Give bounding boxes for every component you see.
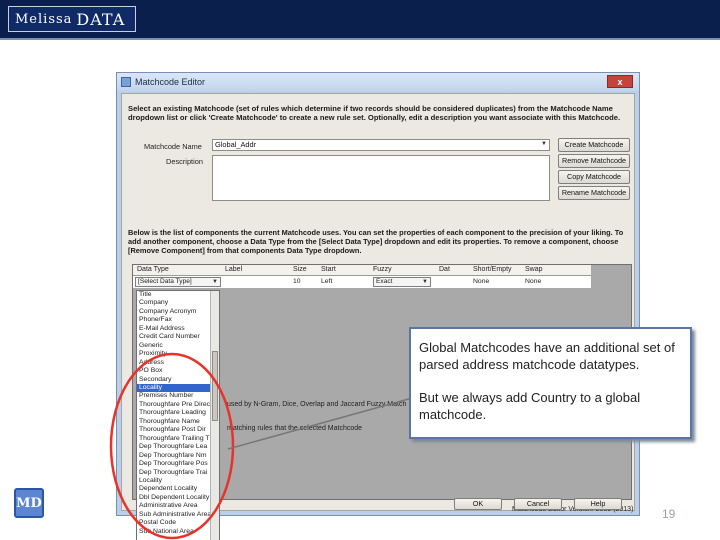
- md-emblem-icon: MD: [14, 488, 44, 518]
- page-number: 19: [662, 507, 676, 521]
- annotation-overlay: [109, 352, 413, 540]
- callout-paragraph-2: But we always add Country to a global ma…: [419, 390, 641, 422]
- slide: Melissa DATA Matchcode Editor x Select a…: [0, 0, 720, 540]
- callout-box: Global Matchcodes have an additional set…: [409, 327, 692, 439]
- highlight-ellipse: [109, 352, 235, 540]
- callout-paragraph-1: Global Matchcodes have an additional set…: [419, 340, 675, 372]
- callout-pointer-line: [227, 397, 413, 450]
